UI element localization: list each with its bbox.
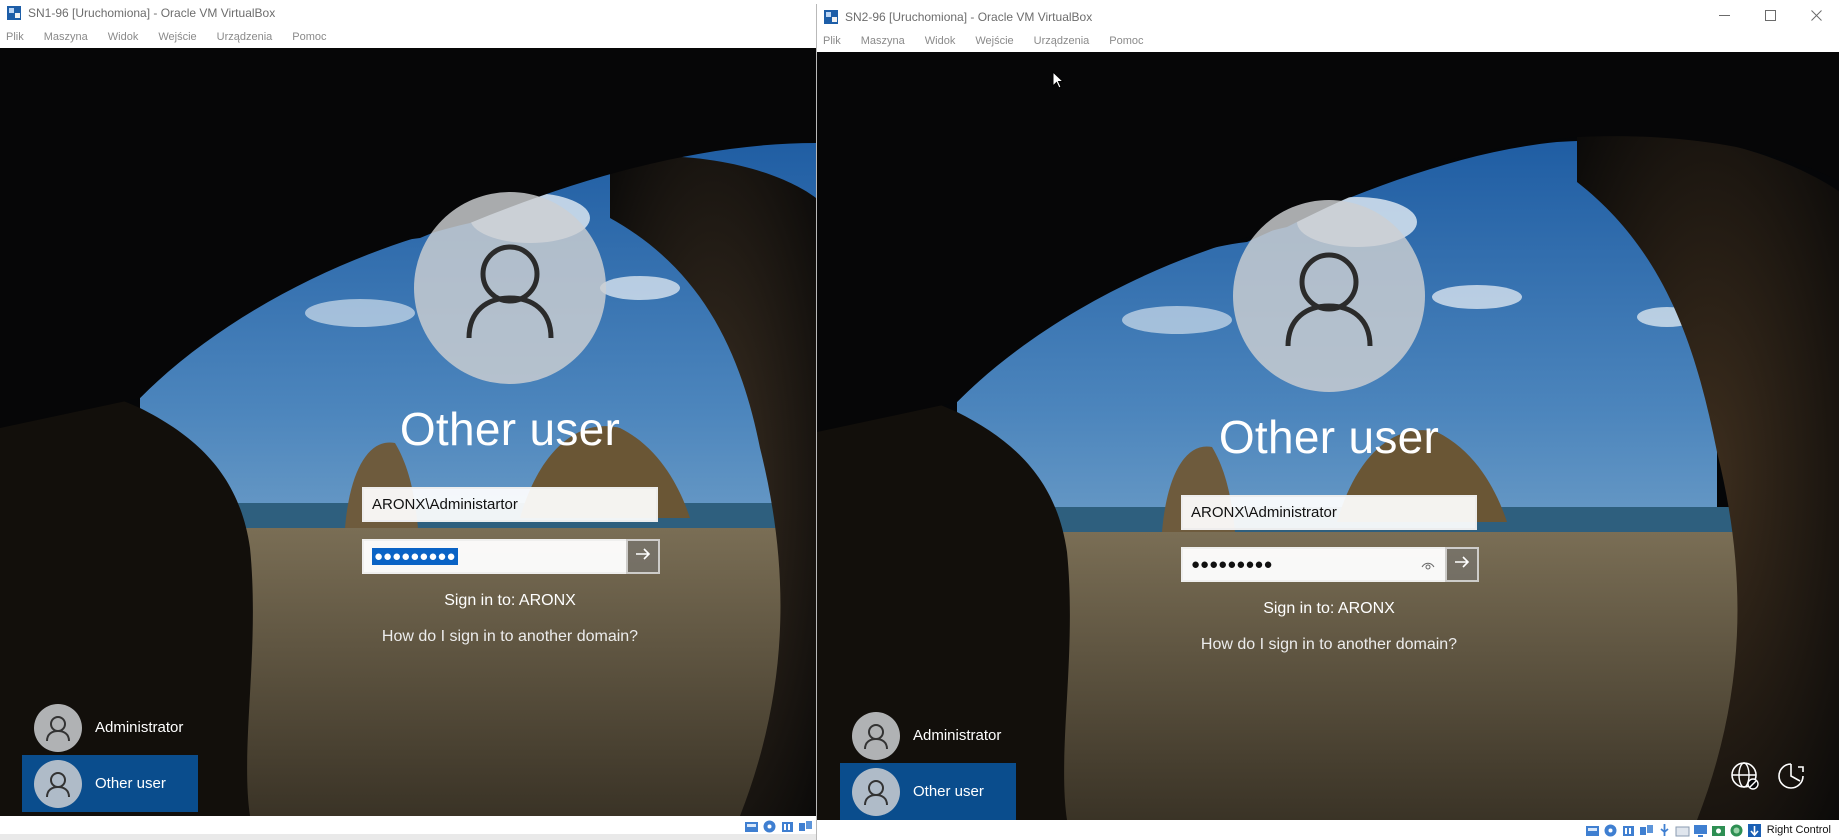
password-value: ●●●●●●●●● <box>1191 556 1273 573</box>
arrow-right-icon <box>1454 555 1470 574</box>
minimize-icon <box>1718 10 1730 24</box>
user-tile-label: Other user <box>95 775 166 792</box>
user-tile-avatar <box>34 759 82 808</box>
video-capture-icon[interactable] <box>1711 823 1726 838</box>
network-adapter-icon[interactable] <box>1639 823 1654 838</box>
menu-plik[interactable]: Plik <box>0 31 34 43</box>
vm2-window: SN2-96 [Uruchomiona] - Oracle VM Virtual… <box>816 4 1839 840</box>
network-icon <box>1730 761 1760 796</box>
vm1-window: SN1-96 [Uruchomiona] - Oracle VM Virtual… <box>0 0 816 840</box>
user-tile-label: Administrator <box>95 719 184 736</box>
menu-urzadzenia[interactable]: Urządzenia <box>1024 35 1100 47</box>
vm1-window-title: SN1-96 [Uruchomiona] - Oracle VM Virtual… <box>28 6 276 20</box>
user-avatar-large <box>1233 200 1425 392</box>
hard-disk-icon[interactable] <box>744 819 759 834</box>
menu-wejscie[interactable]: Wejście <box>965 35 1023 47</box>
ease-of-access-icon <box>1776 761 1806 796</box>
vm1-titlebar[interactable]: SN1-96 [Uruchomiona] - Oracle VM Virtual… <box>0 0 816 26</box>
window-controls <box>1701 4 1839 30</box>
arrow-right-icon <box>635 547 651 566</box>
user-tile-label: Administrator <box>913 727 1002 744</box>
menu-plik[interactable]: Plik <box>817 35 851 47</box>
cpu-icon[interactable] <box>1729 823 1744 838</box>
user-avatar-large <box>414 192 606 384</box>
shared-folders-icon[interactable] <box>1675 823 1690 838</box>
other-domain-link[interactable]: How do I sign in to another domain? <box>1129 636 1529 654</box>
close-icon <box>1810 10 1822 24</box>
username-value: ARONX\Administrator <box>1191 504 1337 521</box>
network-button[interactable] <box>1728 761 1762 795</box>
user-tile-avatar <box>34 703 82 752</box>
audio-icon[interactable] <box>780 819 795 834</box>
mouse-cursor <box>1052 70 1065 94</box>
vm2-window-title: SN2-96 [Uruchomiona] - Oracle VM Virtual… <box>845 10 1093 24</box>
menu-wejscie[interactable]: Wejście <box>148 31 206 43</box>
vm1-guest-screen[interactable]: Other user ARONX\Administartor ●●●●●●●●●… <box>0 48 816 816</box>
menu-urzadzenia[interactable]: Urządzenia <box>207 31 283 43</box>
audio-icon[interactable] <box>1621 823 1636 838</box>
user-tile-other-user[interactable]: Other user <box>840 763 1016 820</box>
user-tile-administrator[interactable]: Administrator <box>840 707 1016 764</box>
optical-drive-icon[interactable] <box>1603 823 1618 838</box>
minimize-button[interactable] <box>1701 4 1747 30</box>
submit-button[interactable] <box>1445 547 1479 582</box>
host-taskbar-strip <box>0 834 816 840</box>
maximize-button[interactable] <box>1747 4 1793 30</box>
menu-maszyna[interactable]: Maszyna <box>851 35 915 47</box>
vm2-titlebar[interactable]: SN2-96 [Uruchomiona] - Oracle VM Virtual… <box>817 4 1839 30</box>
virtualbox-icon <box>6 5 22 21</box>
vm2-statusbar: Right Control <box>817 820 1839 840</box>
close-button[interactable] <box>1793 4 1839 30</box>
vm2-menubar: Plik Maszyna Widok Wejście Urządzenia Po… <box>817 30 1839 52</box>
maximize-icon <box>1764 10 1776 24</box>
username-value: ARONX\Administartor <box>372 496 518 513</box>
ease-of-access-button[interactable] <box>1774 761 1808 795</box>
username-field[interactable]: ARONX\Administartor <box>362 487 658 522</box>
menu-maszyna[interactable]: Maszyna <box>34 31 98 43</box>
network-adapter-icon[interactable] <box>798 819 813 834</box>
menu-pomoc[interactable]: Pomoc <box>282 31 336 43</box>
password-field[interactable]: ●●●●●●●●● <box>1181 547 1445 582</box>
password-field[interactable]: ●●●●●●●●● <box>362 539 626 574</box>
usb-icon[interactable] <box>1657 823 1672 838</box>
vm2-guest-screen[interactable]: Other user ARONX\Administrator ●●●●●●●●●… <box>817 52 1839 820</box>
user-tile-label: Other user <box>913 783 984 800</box>
password-value: ●●●●●●●●● <box>372 548 458 565</box>
username-field[interactable]: ARONX\Administrator <box>1181 495 1477 530</box>
mouse-integration-icon[interactable] <box>1747 823 1762 838</box>
vm1-menubar: Plik Maszyna Widok Wejście Urządzenia Po… <box>0 26 816 48</box>
user-title: Other user <box>1218 411 1440 463</box>
hard-disk-icon[interactable] <box>1585 823 1600 838</box>
display-icon[interactable] <box>1693 823 1708 838</box>
menu-widok[interactable]: Widok <box>915 35 966 47</box>
optical-drive-icon[interactable] <box>762 819 777 834</box>
sign-in-to-label: Sign in to: ARONX <box>1263 600 1395 617</box>
other-domain-link[interactable]: How do I sign in to another domain? <box>310 628 710 646</box>
virtualbox-icon <box>823 9 839 25</box>
reveal-password-icon[interactable] <box>1421 558 1435 575</box>
submit-button[interactable] <box>626 539 660 574</box>
vm1-statusbar <box>0 816 816 836</box>
vm2-login-panel: Other user ARONX\Administrator ●●●●●●●●●… <box>817 52 1839 820</box>
user-tile-avatar <box>852 767 900 816</box>
user-tile-avatar <box>852 711 900 760</box>
host-key-label: Right Control <box>1766 824 1831 836</box>
sign-in-to-label: Sign in to: ARONX <box>444 592 576 609</box>
menu-widok[interactable]: Widok <box>98 31 149 43</box>
user-tile-administrator[interactable]: Administrator <box>22 699 198 756</box>
user-tile-other-user[interactable]: Other user <box>22 755 198 812</box>
user-title: Other user <box>399 403 621 455</box>
menu-pomoc[interactable]: Pomoc <box>1099 35 1153 47</box>
